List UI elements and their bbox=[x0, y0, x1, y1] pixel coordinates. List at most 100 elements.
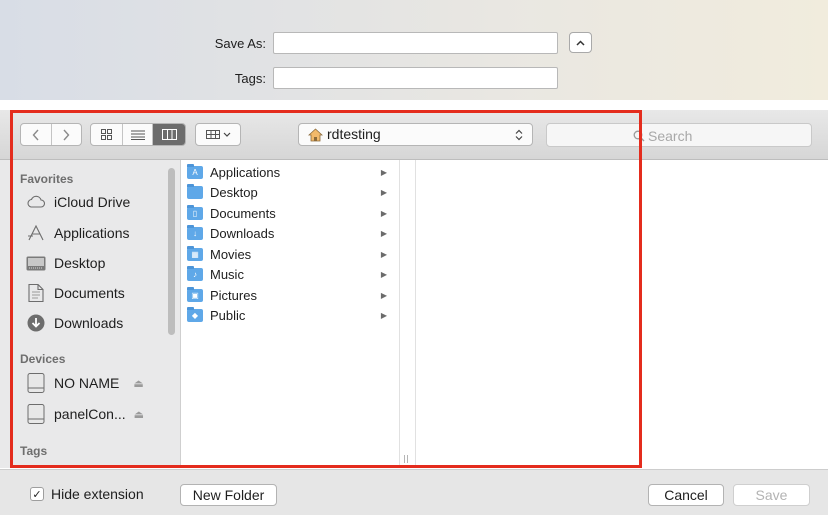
expand-button[interactable] bbox=[569, 32, 592, 53]
disclosure-arrow-icon: ▶ bbox=[380, 269, 387, 279]
eject-icon[interactable]: ⏏ bbox=[133, 377, 143, 390]
sidebar-scrollbar[interactable] bbox=[168, 168, 175, 335]
favorites-heading: Favorites bbox=[20, 172, 74, 186]
home-icon bbox=[308, 128, 323, 142]
list-item-public[interactable]: ◆ Public ▶ bbox=[187, 305, 397, 325]
list-item-music[interactable]: ♪ Music ▶ bbox=[187, 264, 397, 284]
disclosure-arrow-icon: ▶ bbox=[380, 228, 387, 238]
sidebar-item-label: NO NAME bbox=[54, 375, 120, 391]
disclosure-arrow-icon: ▶ bbox=[380, 310, 387, 320]
list-item-downloads[interactable]: ↓ Downloads ▶ bbox=[187, 223, 397, 243]
tags-input[interactable] bbox=[273, 67, 558, 89]
disclosure-arrow-icon: ▶ bbox=[380, 290, 387, 300]
sidebar-item-panelcon[interactable]: panelCon... ⏏ bbox=[26, 403, 144, 425]
list-view-button[interactable] bbox=[123, 124, 154, 145]
toolbar: rdtesting Search bbox=[0, 110, 828, 160]
item-label: Applications bbox=[210, 164, 281, 180]
sidebar-item-label: Applications bbox=[54, 225, 130, 241]
applications-icon bbox=[26, 223, 46, 243]
browser-column: A Applications ▶ Desktop ▶ ▯ Documents ▶… bbox=[181, 160, 400, 468]
hide-extension-checkbox[interactable]: ✓ bbox=[30, 487, 44, 501]
empty-column bbox=[416, 160, 828, 468]
folder-icon bbox=[187, 183, 203, 199]
folder-icon: A bbox=[187, 163, 203, 179]
item-label: Public bbox=[210, 307, 246, 323]
folder-icon: ▦ bbox=[187, 245, 203, 261]
search-icon bbox=[633, 130, 645, 142]
folder-icon: ▣ bbox=[187, 286, 203, 302]
location-label: rdtesting bbox=[327, 126, 381, 142]
drive-icon bbox=[26, 404, 46, 424]
save-button[interactable]: Save bbox=[733, 484, 810, 506]
folder-icon: ▯ bbox=[187, 204, 203, 220]
chevron-right-icon bbox=[63, 129, 70, 140]
back-button[interactable] bbox=[21, 124, 52, 145]
save-as-label: Save As: bbox=[214, 36, 266, 51]
disclosure-arrow-icon: ▶ bbox=[380, 249, 387, 259]
footer-bar: ✓ Hide extension New Folder Cancel Save bbox=[0, 469, 828, 515]
column-view-icon bbox=[161, 129, 177, 140]
sidebar-item-downloads[interactable]: Downloads bbox=[26, 312, 123, 334]
tags-heading: Tags bbox=[20, 444, 48, 458]
nav-buttons bbox=[20, 123, 82, 146]
download-icon bbox=[26, 313, 46, 333]
disclosure-arrow-icon: ▶ bbox=[380, 187, 387, 197]
search-field[interactable]: Search bbox=[546, 123, 812, 147]
list-item-pictures[interactable]: ▣ Pictures ▶ bbox=[187, 285, 397, 305]
view-mode-segment bbox=[90, 123, 186, 146]
tags-label: Tags: bbox=[234, 71, 266, 86]
sidebar-item-no-name[interactable]: NO NAME ⏏ bbox=[26, 372, 144, 394]
location-popup[interactable]: rdtesting bbox=[298, 123, 533, 146]
updown-arrows-icon bbox=[515, 129, 523, 141]
desktop-icon bbox=[26, 253, 46, 273]
new-folder-button[interactable]: New Folder bbox=[180, 484, 277, 506]
item-label: Desktop bbox=[210, 184, 258, 200]
chevron-down-icon bbox=[223, 132, 230, 137]
drive-icon bbox=[26, 373, 46, 393]
list-view-icon bbox=[130, 130, 145, 140]
list-item-applications[interactable]: A Applications ▶ bbox=[187, 162, 397, 182]
item-label: Music bbox=[210, 266, 244, 282]
sidebar: Favorites iCloud Drive Applications Desk… bbox=[0, 160, 181, 468]
sidebar-item-label: panelCon... bbox=[54, 406, 126, 422]
sidebar-item-label: Downloads bbox=[54, 315, 124, 331]
list-item-desktop[interactable]: Desktop ▶ bbox=[187, 182, 397, 202]
chevron-up-icon bbox=[576, 39, 585, 46]
grid-arrange-icon bbox=[205, 130, 220, 139]
item-label: Downloads bbox=[210, 225, 275, 241]
folder-icon: ↓ bbox=[187, 224, 203, 240]
document-icon bbox=[26, 283, 46, 303]
search-placeholder: Search bbox=[648, 128, 693, 144]
folder-icon: ◆ bbox=[187, 306, 203, 322]
list-item-documents[interactable]: ▯ Documents ▶ bbox=[187, 203, 397, 223]
cloud-icon bbox=[26, 192, 46, 212]
list-item-movies[interactable]: ▦ Movies ▶ bbox=[187, 244, 397, 264]
icon-view-button[interactable] bbox=[91, 124, 123, 145]
sidebar-item-icloud-drive[interactable]: iCloud Drive bbox=[26, 191, 130, 213]
folder-icon: ♪ bbox=[187, 265, 203, 281]
chevron-left-icon bbox=[32, 129, 39, 140]
item-label: Documents bbox=[210, 205, 276, 221]
column-view-button[interactable] bbox=[153, 124, 185, 145]
save-header: Save As: Tags: bbox=[0, 0, 828, 100]
arrange-button[interactable] bbox=[195, 123, 241, 146]
resize-handle-icon[interactable] bbox=[403, 455, 409, 463]
sidebar-item-label: Desktop bbox=[54, 255, 106, 271]
sidebar-item-desktop[interactable]: Desktop bbox=[26, 252, 105, 274]
item-label: Movies bbox=[210, 246, 252, 262]
sidebar-item-applications[interactable]: Applications bbox=[26, 222, 130, 244]
icon-view-icon bbox=[100, 129, 112, 140]
sidebar-item-label: iCloud Drive bbox=[54, 194, 131, 210]
eject-icon[interactable]: ⏏ bbox=[134, 408, 144, 421]
sidebar-item-label: Documents bbox=[54, 285, 125, 301]
item-label: Pictures bbox=[210, 287, 257, 303]
devices-heading: Devices bbox=[20, 352, 66, 366]
disclosure-arrow-icon: ▶ bbox=[380, 208, 387, 218]
save-as-input[interactable] bbox=[273, 32, 558, 54]
forward-button[interactable] bbox=[52, 124, 82, 145]
disclosure-arrow-icon: ▶ bbox=[380, 167, 387, 177]
sidebar-item-documents[interactable]: Documents bbox=[26, 282, 125, 304]
column-resize-area[interactable] bbox=[400, 160, 416, 468]
cancel-button[interactable]: Cancel bbox=[648, 484, 724, 506]
hide-extension-label: Hide extension bbox=[51, 486, 144, 502]
